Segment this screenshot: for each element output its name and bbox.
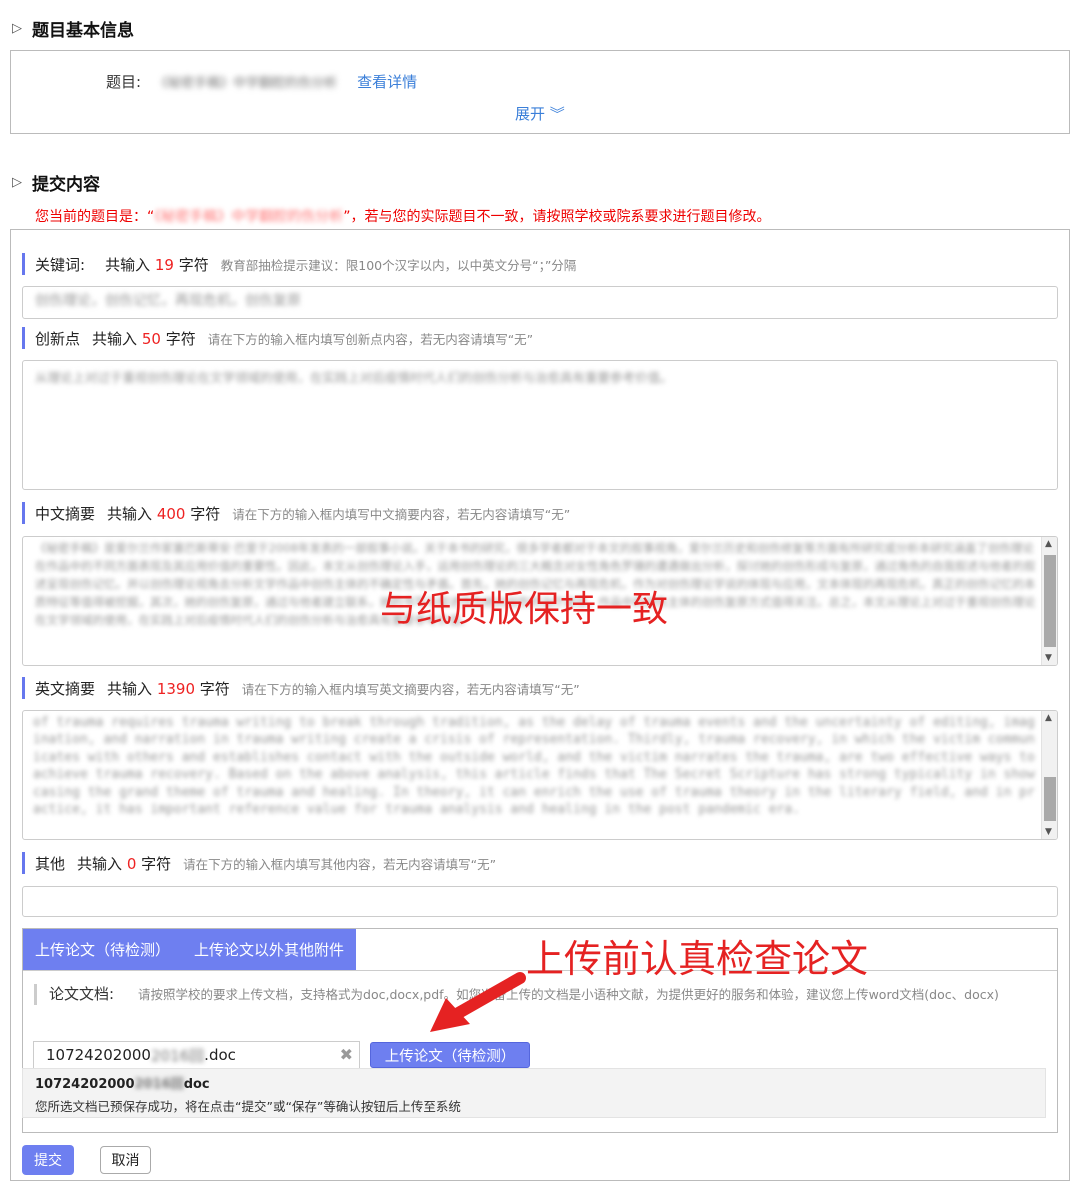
en-abstract-textarea[interactable]: of trauma requires trauma writing to bre…: [22, 710, 1058, 840]
cn-abstract-hint: 请在下方的输入框内填写中文摘要内容，若无内容请填写“无”: [232, 506, 571, 522]
expand-toggle[interactable]: 展开 ︾: [515, 103, 565, 124]
innovation-label: 创新点: [35, 329, 81, 348]
tab-upload-thesis[interactable]: 上传论文（待检测）: [23, 929, 183, 970]
cancel-button[interactable]: 取消: [100, 1146, 151, 1174]
annotation-consistent: 与纸质版保持一致: [380, 589, 669, 630]
uploaded-file-name: 107242020002016回doc: [35, 1077, 210, 1092]
upload-body: 论文文档: 请按照学校的要求上传文档，支持格式为doc,docx,pdf。如您准…: [34, 984, 1046, 1005]
scroll-thumb[interactable]: [1044, 777, 1056, 821]
en-abstract-hint: 请在下方的输入框内填写英文摘要内容，若无内容请填写“无”: [241, 681, 580, 697]
innovation-textarea[interactable]: 从理论上对过于重视创伤理论在文学领域的使用，在实践上对后疫情时代人们的创伤分析与…: [22, 360, 1058, 490]
basic-info-panel: 题目: 《秘密手稿》中学翻腔的伤分析 查看详情 展开 ︾: [10, 50, 1070, 134]
file-path-input[interactable]: 10724202000 2016回 .doc ✖: [33, 1041, 360, 1069]
annotation-check: 上传前认真检查论文: [526, 937, 869, 981]
scroll-up-icon[interactable]: ▲: [1045, 539, 1052, 549]
submit-content-header[interactable]: ▷ 提交内容: [12, 170, 100, 195]
doc-label: 论文文档:: [49, 985, 115, 1003]
file-name-prefix: 10724202000: [46, 1046, 151, 1064]
innovation-count: 共输入 50 字符: [92, 329, 196, 348]
clear-icon[interactable]: ✖: [340, 1045, 353, 1064]
en-abstract-label: 英文摘要: [35, 679, 96, 698]
other-label-row: 其他 共输入 0 字符 请在下方的输入框内填写其他内容，若无内容请填写“无”: [22, 852, 496, 874]
cn-abstract-label: 中文摘要: [35, 504, 96, 523]
other-count: 共输入 0 字符: [77, 854, 172, 873]
en-abstract-value: of trauma requires trauma writing to bre…: [33, 715, 1035, 818]
cn-abstract-scrollbar[interactable]: ▲ ▼: [1041, 537, 1057, 665]
warning-topic: 《秘密手稿》中学翻腔的伤分析: [154, 209, 344, 225]
keywords-count: 共输入 19 字符: [105, 255, 209, 274]
submit-content-title: 提交内容: [32, 175, 100, 195]
innovation-value: 从理论上对过于重视创伤理论在文学领域的使用，在实践上对后疫情时代人们的创伤分析与…: [35, 370, 673, 385]
topic-label: 题目:: [106, 73, 142, 91]
doc-hint: 请按照学校的要求上传文档，支持格式为doc,docx,pdf。如您准备上传的文档…: [138, 987, 999, 1002]
upload-thesis-button[interactable]: 上传论文（待检测）: [370, 1042, 530, 1068]
cn-abstract-label-row: 中文摘要 共输入 400 字符 请在下方的输入框内填写中文摘要内容，若无内容请填…: [22, 502, 570, 524]
file-ext: .doc: [204, 1046, 236, 1064]
keywords-input[interactable]: 创伤理论，创伤记忆，再现危机，创伤复原: [22, 286, 1058, 319]
other-hint: 请在下方的输入框内填写其他内容，若无内容请填写“无”: [183, 856, 497, 872]
en-abstract-count: 共输入 1390 字符: [107, 679, 230, 698]
tab-upload-attachments[interactable]: 上传论文以外其他附件: [182, 929, 357, 970]
keywords-hint: 教育部抽检提示建议：限100个汉字以内，以中英文分号“；”分隔: [220, 257, 577, 273]
topic-value: 《秘密手稿》中学翻腔的伤分析: [155, 76, 338, 91]
uploaded-file-info: 107242020002016回doc 您所选文档已预保存成功，将在点击“提交”…: [22, 1068, 1046, 1118]
doc-label-block: 论文文档: 请按照学校的要求上传文档，支持格式为doc,docx,pdf。如您准…: [34, 984, 1046, 1005]
cn-abstract-count: 共输入 400 字符: [107, 504, 221, 523]
en-abstract-scrollbar[interactable]: ▲ ▼: [1041, 711, 1057, 839]
innovation-label-row: 创新点 共输入 50 字符 请在下方的输入框内填写创新点内容，若无内容请填写“无…: [22, 327, 533, 349]
warning-suffix: ”，若与您的实际题目不一致，请按照学校或院系要求进行题目修改。: [343, 209, 771, 225]
basic-info-title: 题目基本信息: [32, 21, 134, 41]
collapse-triangle-icon[interactable]: ▷: [12, 175, 22, 190]
keywords-label-row: 关键词: 共输入 19 字符 教育部抽检提示建议：限100个汉字以内，以中英文分…: [22, 253, 576, 275]
other-label: 其他: [35, 854, 66, 873]
en-abstract-label-row: 英文摘要 共输入 1390 字符 请在下方的输入框内填写英文摘要内容，若无内容请…: [22, 677, 580, 699]
scroll-thumb[interactable]: [1044, 555, 1056, 647]
topic-row: 题目: 《秘密手稿》中学翻腔的伤分析 查看详情: [106, 71, 417, 92]
view-details-link[interactable]: 查看详情: [357, 71, 417, 92]
keywords-value: 创伤理论，创伤记忆，再现危机，创伤复原: [35, 293, 301, 309]
submit-content-panel: 关键词: 共输入 19 字符 教育部抽检提示建议：限100个汉字以内，以中英文分…: [10, 229, 1070, 1181]
file-name-blur: 2016回: [150, 1046, 205, 1065]
basic-info-header[interactable]: ▷ 题目基本信息: [12, 16, 134, 41]
red-arrow-icon: [430, 972, 526, 1032]
keywords-label: 关键词:: [35, 255, 86, 274]
innovation-hint: 请在下方的输入框内填写创新点内容，若无内容请填写“无”: [207, 331, 534, 347]
other-input[interactable]: [22, 886, 1058, 917]
uploaded-message: 您所选文档已预保存成功，将在点击“提交”或“保存”等确认按钮后上传至系统: [35, 1099, 461, 1114]
collapse-triangle-icon[interactable]: ▷: [12, 21, 22, 36]
submit-button[interactable]: 提交: [22, 1145, 74, 1175]
topic-warning: 您当前的题目是：“《秘密手稿》中学翻腔的伤分析”，若与您的实际题目不一致，请按照…: [35, 206, 771, 226]
scroll-up-icon[interactable]: ▲: [1045, 713, 1052, 723]
warning-prefix: 您当前的题目是：“: [35, 209, 155, 225]
scroll-down-icon[interactable]: ▼: [1045, 653, 1052, 663]
scroll-down-icon[interactable]: ▼: [1045, 827, 1052, 837]
